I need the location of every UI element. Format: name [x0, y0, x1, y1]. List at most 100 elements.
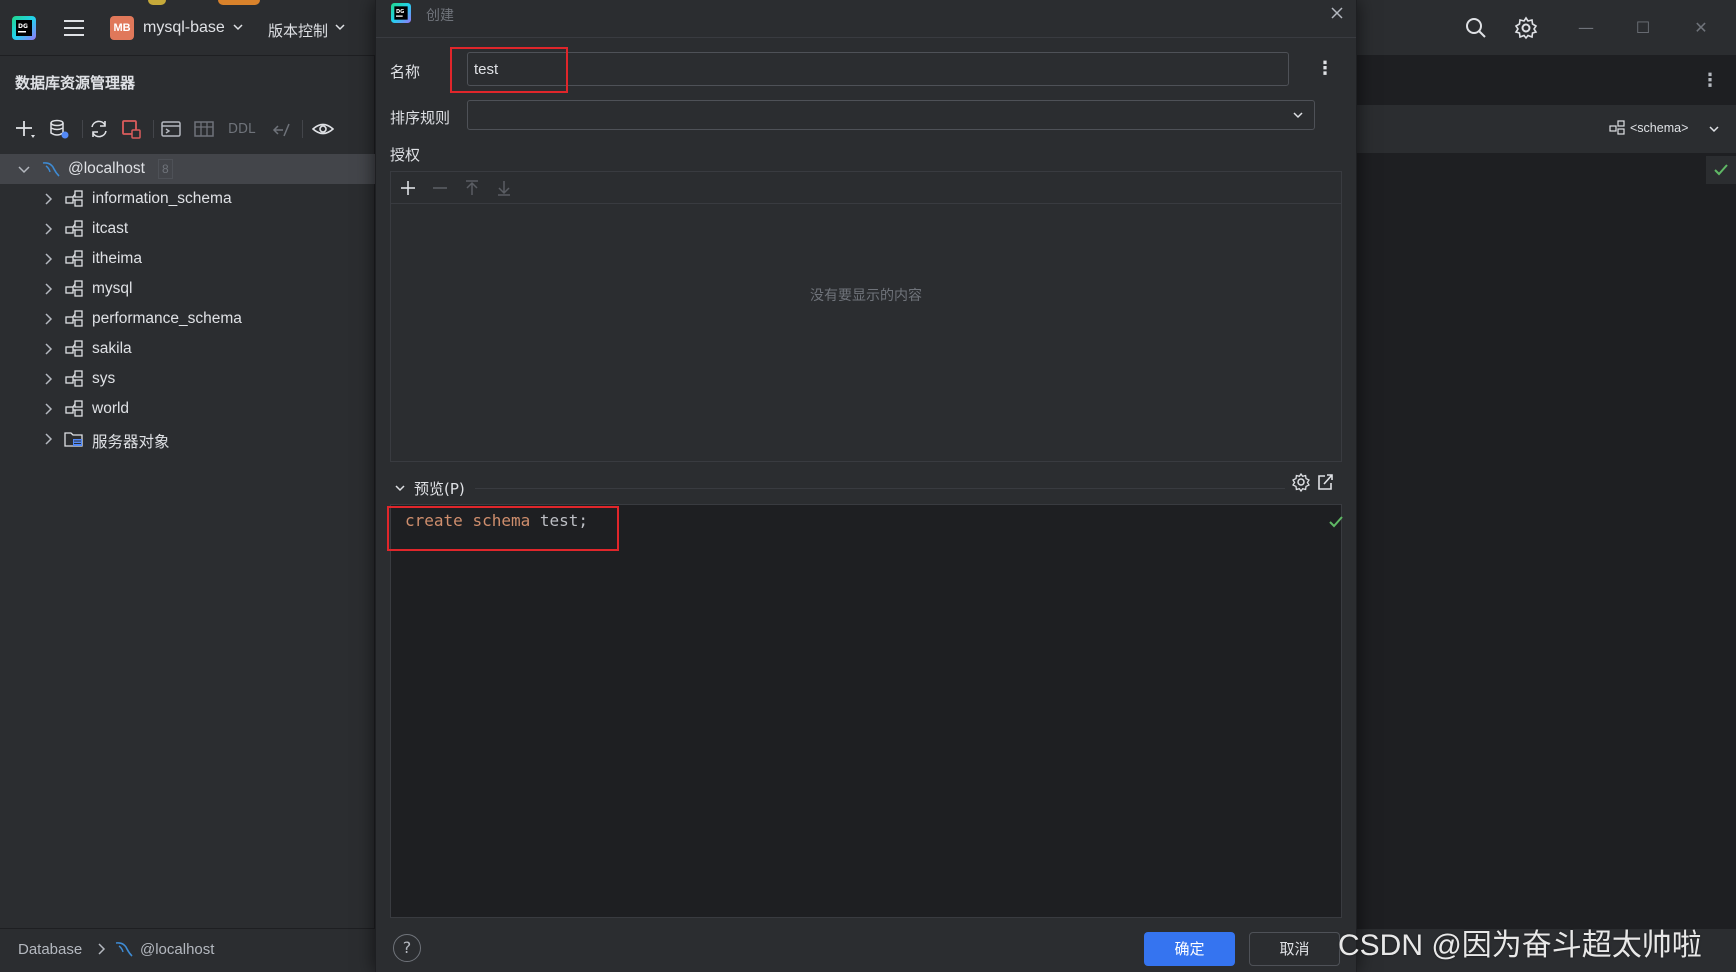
datagrip-logo-icon: DG: [12, 16, 36, 40]
tree-item-label: itheima: [92, 250, 142, 267]
schema-icon: [1609, 120, 1625, 135]
database-explorer-panel: 数据库资源管理器 DDL @localhost 8 information_sc…: [0, 56, 375, 928]
refresh-icon[interactable]: [88, 118, 110, 140]
minimize-window-icon[interactable]: —: [1576, 18, 1596, 38]
collation-select[interactable]: [467, 100, 1315, 130]
add-icon[interactable]: [14, 118, 36, 140]
tree-item-schema[interactable]: information_schema: [0, 184, 375, 214]
close-window-icon[interactable]: ✕: [1691, 18, 1711, 38]
settings-gear-icon[interactable]: [1514, 16, 1538, 40]
dialog-title-bar: DG 创建: [376, 0, 1356, 38]
more-options-icon[interactable]: ⋮: [1701, 70, 1719, 91]
editor-toolbar: <schema>: [1356, 106, 1736, 154]
tree-item-label: sys: [92, 370, 116, 387]
breadcrumb-localhost[interactable]: @localhost: [140, 941, 214, 958]
ok-button[interactable]: 确定: [1144, 932, 1235, 966]
close-icon[interactable]: [1329, 5, 1345, 21]
inspection-status: [1706, 156, 1736, 184]
search-icon[interactable]: [1464, 16, 1488, 40]
collation-label: 排序规则: [390, 109, 451, 127]
chevron-right-icon[interactable]: [41, 372, 55, 386]
chevron-down-icon[interactable]: [1708, 123, 1720, 135]
move-down-icon[interactable]: [495, 179, 513, 197]
folder-icon: [64, 432, 83, 447]
panel-title: 数据库资源管理器: [15, 74, 136, 92]
mysql-dolphin-icon: [115, 942, 133, 957]
chevron-down-icon[interactable]: [232, 21, 244, 33]
chevron-right-icon[interactable]: [41, 192, 55, 206]
query-console-icon[interactable]: [160, 118, 182, 140]
empty-state-text: 没有要显示的内容: [810, 288, 922, 304]
maximize-window-icon[interactable]: ☐: [1633, 18, 1653, 38]
chevron-right-icon[interactable]: [41, 252, 55, 266]
chevron-right-icon[interactable]: [41, 342, 55, 356]
tree-item-label: mysql: [92, 280, 133, 297]
tree-item-schema[interactable]: sakila: [0, 334, 375, 364]
name-label: 名称: [390, 63, 421, 81]
disconnect-icon[interactable]: [120, 118, 142, 140]
schema-icon: [65, 220, 83, 237]
schema-name-input[interactable]: [467, 52, 1289, 86]
add-icon[interactable]: [399, 179, 417, 197]
chevron-down-icon[interactable]: [334, 21, 346, 33]
preview-section-header[interactable]: 预览(P): [390, 472, 1342, 502]
toolbar-divider: [302, 120, 303, 138]
sql-identifier: test;: [530, 511, 589, 530]
chevron-down-icon: [1293, 112, 1303, 119]
project-badge[interactable]: MB: [110, 16, 134, 40]
data-source-properties-icon[interactable]: [48, 118, 70, 140]
tree-item-schema[interactable]: mysql: [0, 274, 375, 304]
preview-label[interactable]: 预览(P): [414, 478, 465, 499]
schema-icon: [65, 370, 83, 387]
chevron-right-icon[interactable]: [41, 282, 55, 296]
tree-item-schema[interactable]: itcast: [0, 214, 375, 244]
table-view-icon[interactable]: [193, 118, 215, 140]
chevron-right-icon: [98, 943, 106, 955]
tree-item-server-objects[interactable]: 服务器对象: [0, 424, 375, 454]
editor-gutter: [1706, 154, 1736, 928]
tree-item-schema[interactable]: world: [0, 394, 375, 424]
more-options-icon[interactable]: ⋮: [1316, 58, 1334, 79]
jump-to-source-icon[interactable]: [270, 118, 292, 140]
chevron-right-icon[interactable]: [41, 312, 55, 326]
schema-count-badge: 8: [158, 159, 173, 179]
settings-gear-icon[interactable]: [1291, 472, 1311, 492]
chevron-down-icon[interactable]: [17, 162, 31, 176]
tree-item-label: performance_schema: [92, 310, 242, 327]
datagrip-logo-icon: DG: [391, 3, 411, 23]
tree-item-label: itcast: [92, 220, 129, 237]
grants-toolbar: [391, 172, 1341, 204]
tree-item-label: @localhost: [68, 160, 145, 177]
schema-icon: [65, 340, 83, 357]
grants-label: 授权: [390, 146, 421, 164]
cancel-button[interactable]: 取消: [1249, 932, 1340, 966]
chevron-down-icon[interactable]: [394, 482, 406, 494]
sql-keyword: schema: [472, 511, 531, 530]
tree-item-schema[interactable]: performance_schema: [0, 304, 375, 334]
ide-window: DG MB mysql-base 版本控制 — ☐ ✕ 数据库资源管理器 DDL…: [0, 0, 1736, 972]
title-decoration: [218, 0, 260, 5]
breadcrumb-database[interactable]: Database: [18, 941, 82, 958]
help-button[interactable]: ?: [393, 934, 421, 962]
tree-item-localhost[interactable]: @localhost 8: [0, 154, 375, 184]
editor-content[interactable]: [1356, 154, 1706, 928]
move-up-icon[interactable]: [463, 179, 481, 197]
tree-item-schema[interactable]: itheima: [0, 244, 375, 274]
tree-item-schema[interactable]: sys: [0, 364, 375, 394]
schema-selector[interactable]: <schema>: [1630, 121, 1688, 135]
schema-icon: [65, 190, 83, 207]
schema-icon: [65, 280, 83, 297]
chevron-right-icon[interactable]: [41, 432, 55, 446]
ddl-button[interactable]: DDL: [228, 122, 255, 137]
vcs-menu[interactable]: 版本控制: [268, 20, 328, 41]
open-in-editor-icon[interactable]: [1315, 472, 1335, 492]
chevron-right-icon[interactable]: [41, 402, 55, 416]
project-name[interactable]: mysql-base: [143, 19, 225, 37]
main-menu-icon[interactable]: [62, 18, 86, 38]
view-options-eye-icon[interactable]: [311, 118, 335, 140]
title-decoration: [148, 0, 166, 5]
remove-icon[interactable]: [431, 179, 449, 197]
sql-preview-editor[interactable]: create schema test;: [390, 504, 1343, 918]
toolbar-divider: [82, 120, 83, 138]
chevron-right-icon[interactable]: [41, 222, 55, 236]
